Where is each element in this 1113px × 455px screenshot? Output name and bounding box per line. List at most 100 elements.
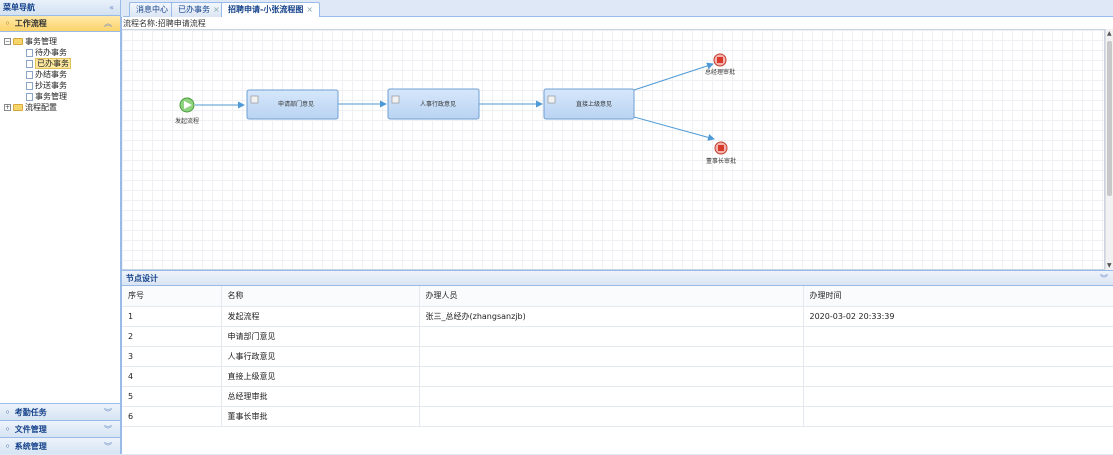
tab-label: 消息中心	[136, 5, 168, 14]
table-row[interactable]: 3 人事行政意见	[122, 346, 1113, 367]
close-tab-icon[interactable]: ×	[213, 5, 220, 14]
file-icon	[26, 81, 33, 90]
collapse-node-icon[interactable]: −	[4, 38, 11, 45]
chevron-down-icon[interactable]: ︾	[104, 404, 112, 421]
table-row[interactable]: 1 发起流程 张三_总经办(zhangsanzjb) 2020-03-02 20…	[122, 306, 1113, 327]
cell-index: 3	[122, 346, 222, 367]
accordion-label: 系统管理	[14, 442, 47, 451]
close-tab-icon[interactable]: ×	[306, 5, 313, 14]
file-icon	[26, 59, 33, 68]
column-header[interactable]: 序号	[122, 286, 222, 307]
tree-item-manage[interactable]: 事务管理	[4, 91, 120, 102]
collapse-sidebar-icon[interactable]: «	[109, 0, 114, 16]
tab-bar: 消息中心 已办事务 × 招聘申请-小张流程图 ×	[123, 0, 1113, 18]
tree-item-todo[interactable]: 待办事务	[4, 47, 120, 58]
cell-time: 2020-03-02 20:33:39	[803, 306, 1113, 327]
chevron-down-icon[interactable]: ︾	[1100, 271, 1108, 287]
cell-handler	[419, 386, 804, 407]
edge-sup-ceo	[633, 116, 715, 141]
tab-label: 招聘申请-小张流程图	[228, 5, 304, 14]
sidebar-title: 菜单导航	[3, 3, 35, 12]
tree-item-finished[interactable]: 办结事务	[4, 69, 120, 80]
end-node-label: 总经理审批	[705, 68, 735, 76]
cell-time	[803, 326, 1113, 347]
table-row[interactable]: 5 总经理审批	[122, 386, 1113, 407]
accordion-label: 考勤任务	[14, 408, 47, 417]
tree-node-affairs[interactable]: − 事务管理	[4, 36, 120, 47]
end-node-label: 董事长审批	[706, 157, 736, 165]
node-table: 序号 名称 办理人员 办理时间 1 发起流程 张三_总经办(zhangsanzj…	[122, 286, 1113, 427]
tab-done-affairs[interactable]: 已办事务 ×	[171, 2, 227, 17]
table-row[interactable]: 6 董事长审批	[122, 406, 1113, 427]
accordion-files[interactable]: ◦ 文件管理 ︾	[0, 420, 120, 437]
main-content: 流程名称:招聘申请流程 发起流程 申请部门意见 人事行政意见 直接上级意见 总经…	[121, 17, 1113, 454]
scroll-thumb[interactable]	[1107, 41, 1112, 196]
chevron-down-icon[interactable]: ︾	[104, 421, 112, 438]
cell-name: 总经理审批	[221, 386, 420, 407]
tab-message-center[interactable]: 消息中心	[129, 2, 175, 17]
cell-handler	[419, 366, 804, 387]
task-node-hr[interactable]: 人事行政意见	[387, 88, 480, 120]
tab-label: 已办事务	[178, 5, 210, 14]
chevron-up-icon[interactable]: ︽	[104, 16, 112, 32]
file-icon	[26, 48, 33, 57]
column-header[interactable]: 办理人员	[419, 286, 804, 307]
tree-node-label: 流程配置	[25, 103, 57, 112]
flow-name: 流程名称:招聘申请流程	[123, 18, 206, 29]
sidebar-header: 菜单导航 «	[0, 0, 120, 16]
start-node[interactable]: 发起流程	[175, 97, 199, 125]
stop-icon	[717, 57, 723, 63]
cell-time	[803, 366, 1113, 387]
cell-handler: 张三_总经办(zhangsanzjb)	[419, 306, 804, 327]
cell-index: 6	[122, 406, 222, 427]
cell-time	[803, 406, 1113, 427]
vertical-scrollbar[interactable]: ▲ ▼	[1105, 29, 1113, 270]
accordion-attendance[interactable]: ◦ 考勤任务 ︾	[0, 403, 120, 420]
task-node-dept[interactable]: 申请部门意见	[246, 89, 339, 120]
user-task-icon	[250, 95, 259, 104]
stop-icon	[718, 145, 724, 151]
table-row[interactable]: 4 直接上级意见	[122, 366, 1113, 387]
task-node-label: 人事行政意见	[420, 100, 456, 108]
flow-diagram-canvas[interactable]: 发起流程 申请部门意见 人事行政意见 直接上级意见 总经理审批 董事长审批	[122, 29, 1105, 270]
tree-node-config[interactable]: + 流程配置	[4, 102, 120, 113]
accordion-system[interactable]: ◦ 系统管理 ︾	[0, 437, 120, 454]
task-node-label: 申请部门意见	[278, 100, 314, 108]
bullet-icon: ◦	[5, 442, 11, 451]
tree-item-done[interactable]: 已办事务	[4, 58, 120, 69]
end-node-ceo[interactable]: 董事长审批	[706, 141, 736, 165]
table-row[interactable]: 2 申请部门意见	[122, 326, 1113, 347]
scroll-up-icon[interactable]: ▲	[1107, 30, 1112, 37]
table-header-row: 序号 名称 办理人员 办理时间	[122, 286, 1113, 307]
tab-flow-chart[interactable]: 招聘申请-小张流程图 ×	[221, 2, 321, 18]
tree-item-cc[interactable]: 抄送事务	[4, 80, 120, 91]
cell-name: 申请部门意见	[221, 326, 420, 347]
expand-node-icon[interactable]: +	[4, 104, 11, 111]
cell-index: 4	[122, 366, 222, 387]
column-header[interactable]: 名称	[221, 286, 420, 307]
flow-diagram: 发起流程 申请部门意见 人事行政意见 直接上级意见 总经理审批 董事长审批	[175, 53, 736, 165]
cell-name: 发起流程	[221, 306, 420, 327]
folder-icon	[13, 38, 23, 45]
cell-name: 直接上级意见	[221, 366, 420, 387]
cell-handler	[419, 346, 804, 367]
start-node-label: 发起流程	[175, 117, 199, 125]
sidebar-bottom-sections: ◦ 考勤任务 ︾ ◦ 文件管理 ︾ ◦ 系统管理 ︾	[0, 403, 120, 454]
cell-index: 5	[122, 386, 222, 407]
cell-name: 人事行政意见	[221, 346, 420, 367]
chevron-down-icon[interactable]: ︾	[104, 438, 112, 455]
sidebar: 菜单导航 « ◦ 工作流程 ︽ − 事务管理 待办事务 已办事务 办结事务 抄送事…	[0, 0, 121, 454]
bullet-icon: ◦	[5, 19, 11, 28]
flow-name-value: 招聘申请流程	[157, 19, 206, 28]
cell-name: 董事长审批	[221, 406, 420, 427]
scroll-down-icon[interactable]: ▼	[1107, 262, 1112, 269]
cell-handler	[419, 406, 804, 427]
cell-index: 1	[122, 306, 222, 327]
accordion-label: 工作流程	[14, 19, 47, 28]
task-node-supervisor[interactable]: 直接上级意见	[543, 88, 635, 120]
accordion-label: 文件管理	[14, 425, 47, 434]
user-task-icon	[547, 95, 556, 104]
node-panel-header: 节点设计 ︾	[122, 270, 1113, 286]
column-header[interactable]: 办理时间	[803, 286, 1113, 307]
accordion-workflow[interactable]: ◦ 工作流程 ︽	[0, 16, 120, 32]
